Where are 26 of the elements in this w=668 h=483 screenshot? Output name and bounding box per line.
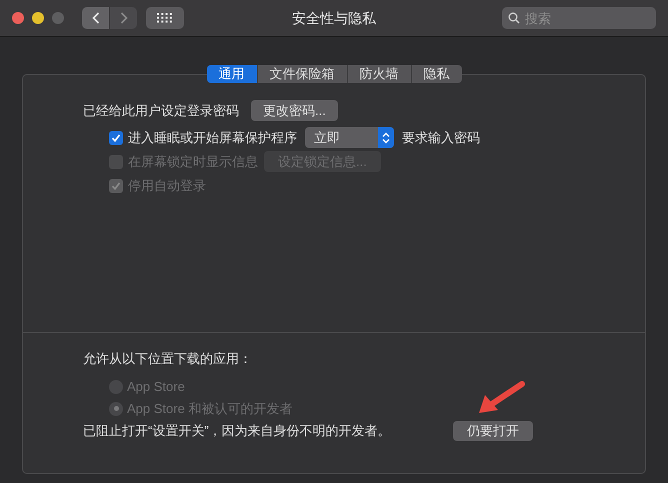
chevron-left-icon bbox=[92, 12, 100, 24]
checkbox[interactable] bbox=[109, 130, 123, 144]
grid-icon bbox=[157, 13, 173, 23]
option-label: 停用自动登录 bbox=[128, 176, 206, 195]
option-label: 在屏幕锁定时显示信息 bbox=[128, 152, 258, 171]
chevron-right-icon bbox=[120, 12, 128, 24]
radio-label: App Store bbox=[127, 378, 185, 396]
back-button[interactable] bbox=[82, 7, 109, 29]
option-label: 进入睡眠或开始屏幕保护程序 bbox=[128, 128, 297, 147]
window-title: 安全性与隐私 bbox=[292, 10, 376, 26]
change-password-button[interactable]: 更改密码... bbox=[251, 100, 338, 121]
close-button[interactable] bbox=[12, 12, 24, 24]
show-all-button[interactable] bbox=[146, 7, 184, 29]
blocked-message: 已阻止打开“设置开关”，因为来自身份不明的开发者。 bbox=[83, 422, 392, 440]
option-suffix: 要求输入密码 bbox=[402, 128, 480, 147]
stepper-icon bbox=[378, 127, 394, 148]
arrow-icon bbox=[479, 381, 525, 413]
open-anyway-button[interactable]: 仍要打开 bbox=[453, 420, 533, 440]
tab[interactable]: 通用 bbox=[206, 65, 256, 83]
radio-label: App Store 和被认可的开发者 bbox=[127, 400, 292, 418]
delay-select[interactable]: 立即 bbox=[305, 127, 394, 148]
forward-button[interactable] bbox=[110, 7, 137, 29]
checkmark-icon bbox=[111, 132, 121, 142]
minimize-button[interactable] bbox=[32, 12, 44, 24]
downloads-label: 允许从以下位置下载的应用： bbox=[83, 350, 253, 368]
password-status-label: 已经给此用户设定登录密码 bbox=[83, 102, 239, 120]
